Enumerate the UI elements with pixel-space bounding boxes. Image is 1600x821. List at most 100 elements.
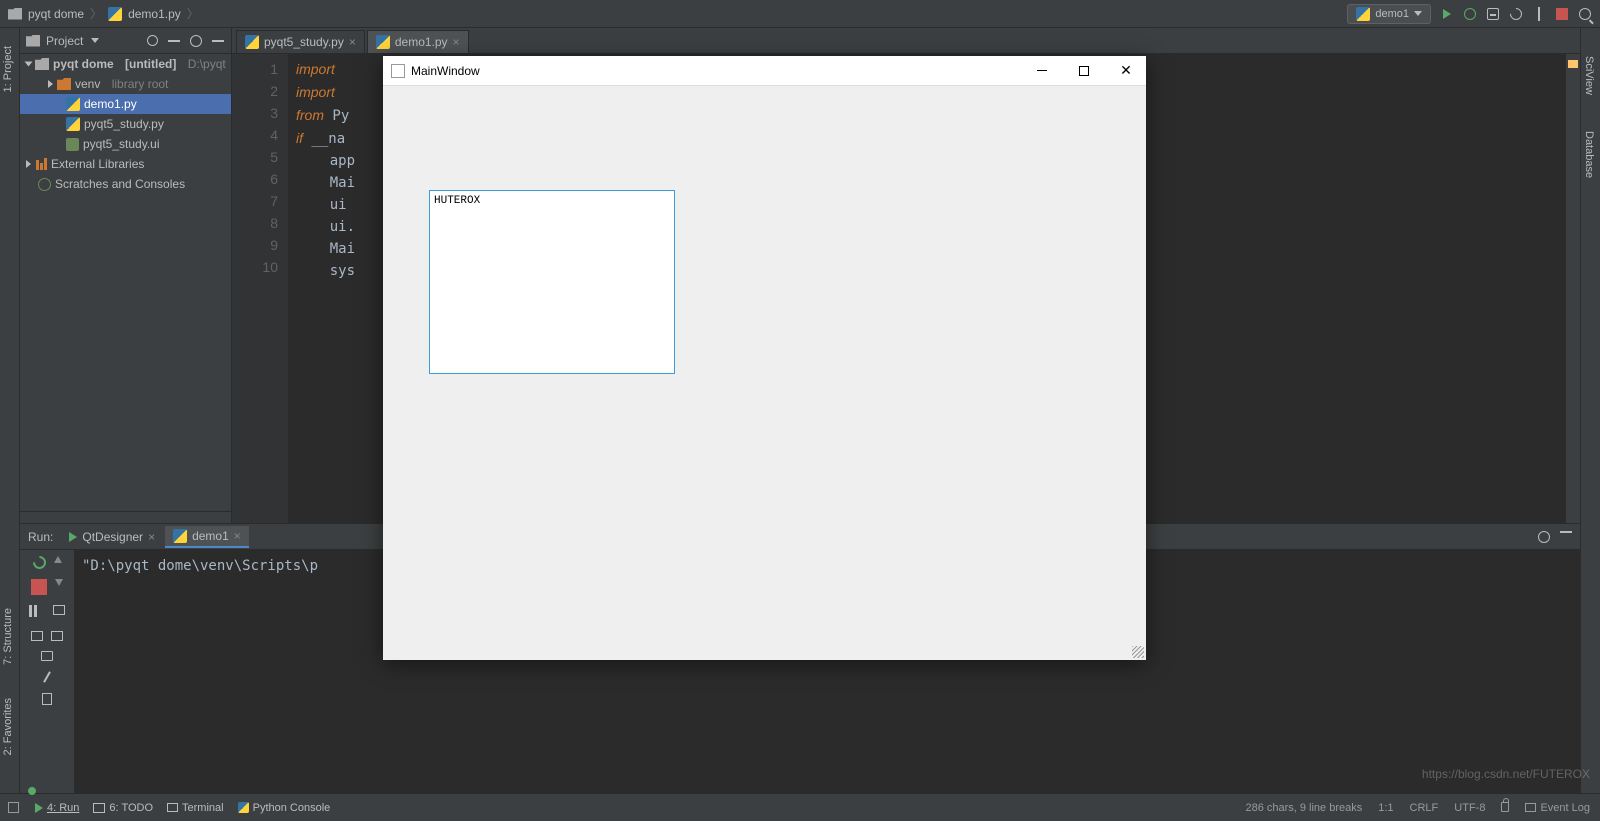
expand-button[interactable] [167, 34, 181, 48]
layout-icon[interactable] [51, 631, 63, 641]
tree-root[interactable]: pyqt dome [untitled] D:\pyqt [20, 54, 231, 74]
tree-item-file[interactable]: pyqt5_study.py [20, 114, 231, 134]
locate-button[interactable] [145, 34, 159, 48]
tree-item-external-libs[interactable]: External Libraries [20, 154, 231, 174]
status-terminal-label: Terminal [182, 802, 224, 814]
coverage-button[interactable] [1485, 6, 1500, 21]
run-configuration-selector[interactable]: demo1 [1347, 4, 1431, 24]
chevron-down-icon[interactable] [91, 38, 99, 43]
tab-sciview[interactable]: SciView [1581, 48, 1597, 103]
terminal-icon [167, 803, 178, 812]
status-run-label: 4: Run [47, 802, 79, 814]
minimize-icon[interactable] [1560, 531, 1572, 533]
close-icon[interactable]: × [234, 529, 241, 543]
tab-database[interactable]: Database [1581, 123, 1597, 186]
expand-arrow-icon[interactable] [48, 80, 53, 88]
search-everywhere-button[interactable] [1577, 6, 1592, 21]
maximize-button[interactable] [1072, 59, 1096, 83]
scratches-icon [38, 178, 51, 191]
event-log-icon [1525, 803, 1536, 812]
line-gutter[interactable]: 1 2 3 4 5 6 7 8 9 10 [232, 54, 288, 523]
python-file-icon [1356, 7, 1370, 21]
tab-project[interactable]: 1: Project [0, 38, 16, 100]
left-tool-rail: 1: Project 7: Structure 2: Favorites [0, 28, 20, 793]
tab-structure[interactable]: 7: Structure [0, 600, 16, 673]
breadcrumb-separator: 〉 [90, 5, 102, 22]
window-icon [391, 64, 405, 78]
run-tab-demo1[interactable]: demo1 × [165, 526, 249, 548]
tree-item-file[interactable]: demo1.py [20, 94, 231, 114]
folder-icon [57, 78, 71, 90]
tree-item-file[interactable]: pyqt5_study.ui [20, 134, 231, 154]
status-todo-label: 6: TODO [109, 802, 153, 814]
text-edit[interactable]: HUTEROX [429, 190, 675, 374]
project-tree[interactable]: pyqt dome [untitled] D:\pyqt venv librar… [20, 54, 231, 511]
close-button[interactable]: ✕ [1114, 59, 1138, 83]
tab-favorites[interactable]: 2: Favorites [0, 690, 16, 763]
expand-arrow-icon[interactable] [26, 160, 31, 168]
gear-icon [190, 35, 202, 47]
line-number: 3 [270, 105, 278, 121]
status-run[interactable]: 4: Run [35, 802, 79, 814]
tree-item-scratches[interactable]: Scratches and Consoles [20, 174, 231, 194]
print-icon[interactable] [41, 651, 53, 661]
target-icon [147, 35, 158, 46]
run-button[interactable] [1439, 6, 1454, 21]
tool-windows-icon[interactable] [8, 802, 19, 813]
settings-button[interactable] [189, 34, 203, 48]
status-todo[interactable]: 6: TODO [93, 802, 153, 814]
rerun-icon[interactable] [30, 553, 48, 571]
right-tool-rail: SciView Database [1580, 28, 1600, 793]
status-position: 1:1 [1378, 802, 1393, 814]
expand-arrow-icon[interactable] [25, 62, 33, 67]
minimize-button[interactable] [211, 34, 225, 48]
editor-tabs: pyqt5_study.py × demo1.py × [232, 28, 1580, 54]
stop-icon[interactable] [31, 579, 47, 595]
status-python-console[interactable]: Python Console [238, 802, 331, 814]
resize-grip-icon[interactable] [1132, 646, 1144, 658]
close-icon[interactable]: × [148, 530, 155, 544]
breadcrumb-project[interactable]: pyqt dome [28, 7, 84, 21]
status-encoding[interactable]: UTF-8 [1454, 802, 1485, 814]
status-terminal[interactable]: Terminal [167, 802, 224, 814]
editor-tab[interactable]: demo1.py × [367, 30, 469, 53]
pyqt-main-window[interactable]: MainWindow ✕ HUTEROX [383, 56, 1146, 660]
warning-marker-icon[interactable] [1568, 60, 1578, 68]
pin-icon[interactable] [43, 671, 51, 682]
trash-icon[interactable] [42, 693, 52, 705]
close-icon[interactable]: × [453, 35, 460, 49]
marker-strip[interactable] [1566, 54, 1580, 523]
gear-icon[interactable] [1538, 531, 1550, 543]
tree-file-label: pyqt5_study.py [84, 117, 164, 131]
run-tab-label: demo1 [192, 529, 229, 543]
tree-file-label: pyqt5_study.ui [83, 137, 160, 151]
background-task-indicator[interactable] [28, 787, 36, 795]
close-icon[interactable]: × [349, 35, 356, 49]
lock-icon[interactable] [1501, 802, 1509, 812]
chevron-down-icon [1414, 11, 1422, 16]
titlebar[interactable]: MainWindow ✕ [383, 56, 1146, 86]
down-arrow-icon[interactable] [55, 579, 63, 586]
line-number: 5 [270, 149, 278, 165]
attach-button[interactable] [1531, 6, 1546, 21]
status-event-log[interactable]: Event Log [1525, 802, 1590, 814]
debug-button[interactable] [1462, 6, 1477, 21]
breadcrumb-file[interactable]: demo1.py [128, 7, 181, 21]
pause-icon[interactable] [29, 605, 45, 621]
minimize-button[interactable] [1030, 59, 1054, 83]
tab-label: demo1.py [395, 35, 448, 49]
python-file-icon [376, 35, 390, 49]
coverage-icon [1487, 8, 1499, 20]
run-tab-qtdesigner[interactable]: QtDesigner × [61, 526, 163, 548]
stop-button[interactable] [1554, 6, 1569, 21]
profile-button[interactable] [1508, 6, 1523, 21]
play-icon [35, 803, 43, 813]
library-icon [35, 158, 47, 170]
soft-wrap-icon[interactable] [53, 605, 65, 615]
up-arrow-icon[interactable] [54, 556, 62, 563]
editor-tab[interactable]: pyqt5_study.py × [236, 30, 365, 53]
scrollbar[interactable] [20, 511, 231, 523]
status-eol[interactable]: CRLF [1410, 802, 1439, 814]
scroll-icon[interactable] [31, 631, 43, 641]
tree-item-venv[interactable]: venv library root [20, 74, 231, 94]
